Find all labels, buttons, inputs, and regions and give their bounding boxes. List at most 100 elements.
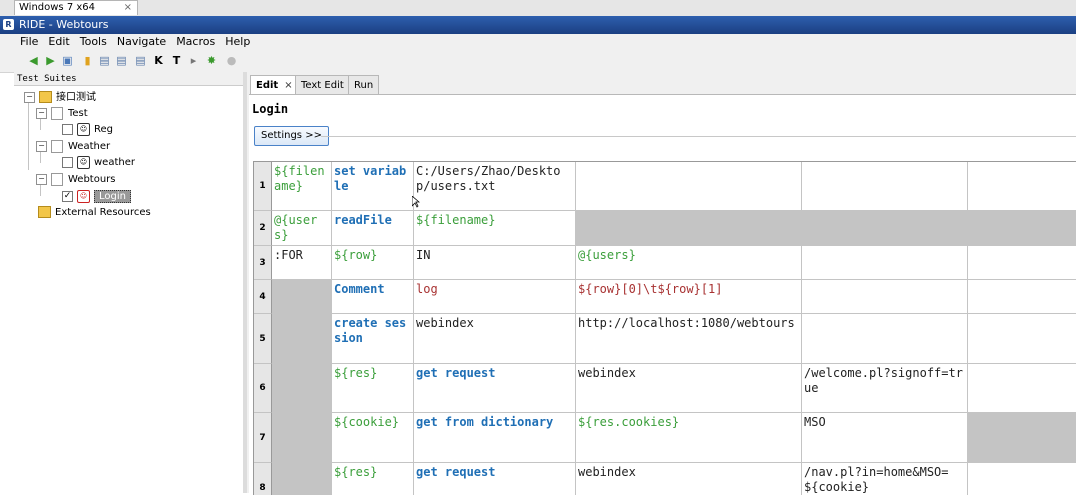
grid-cell[interactable]	[968, 413, 1076, 463]
menu-help[interactable]: Help	[220, 34, 255, 50]
host-tab-close-icon[interactable]: ×	[124, 1, 132, 15]
row-number[interactable]: 6	[254, 364, 272, 413]
grid-cell[interactable]: ${row}	[332, 246, 414, 280]
new-keyword-icon[interactable]: ▤	[133, 53, 148, 68]
grid-cell[interactable]	[968, 211, 1076, 246]
grid-cell[interactable]	[968, 246, 1076, 280]
tree-case-weather[interactable]: ☺ weather	[62, 155, 135, 171]
grid-cell[interactable]	[272, 280, 332, 314]
debug-bug-icon[interactable]: ✸	[204, 53, 219, 68]
grid-cell[interactable]	[968, 314, 1076, 364]
tab-run[interactable]: Run	[348, 75, 380, 94]
grid-cell[interactable]	[802, 211, 968, 246]
forward-arrow-icon[interactable]: ▶	[43, 53, 58, 68]
collapse-toggle-icon[interactable]: −	[36, 107, 47, 119]
grid-cell[interactable]	[968, 162, 1076, 211]
stop-icon[interactable]: ●	[224, 53, 239, 68]
grid-cell[interactable]: get request	[414, 463, 576, 495]
grid-cell[interactable]: @{users}	[576, 246, 802, 280]
grid-cell[interactable]	[576, 162, 802, 211]
tree-suite-webtours[interactable]: − Webtours	[36, 172, 116, 188]
grid-cell[interactable]	[802, 162, 968, 211]
tree-root[interactable]: − 接口测试	[24, 90, 96, 106]
grid-cell[interactable]: ${row}[0]\t${row}[1]	[576, 280, 802, 314]
grid-cell[interactable]	[272, 463, 332, 495]
menu-file[interactable]: File	[15, 34, 43, 50]
grid-cell[interactable]: MSO	[802, 413, 968, 463]
row-number[interactable]: 4	[254, 280, 272, 314]
tree-suite-weather[interactable]: − Weather	[36, 139, 110, 155]
grid-cell[interactable]: set variable	[332, 162, 414, 211]
case-checkbox-checked[interactable]: ✓	[62, 190, 73, 202]
grid-cell[interactable]: webindex	[414, 314, 576, 364]
grid-cell[interactable]	[272, 364, 332, 413]
tree-external-resources[interactable]: External Resources	[38, 205, 151, 221]
robot-icon: ☺	[77, 155, 90, 169]
grid-cell[interactable]: log	[414, 280, 576, 314]
run-icon[interactable]: ▸	[186, 53, 201, 68]
grid-cell[interactable]: ${res}	[332, 463, 414, 495]
grid-cell[interactable]: webindex	[576, 364, 802, 413]
grid-cell[interactable]	[802, 280, 968, 314]
grid-cell[interactable]	[968, 364, 1076, 413]
row-number[interactable]: 7	[254, 413, 272, 463]
editor-pane: Edit × Text Edit Run Login Settings >> 1 $…	[247, 72, 1076, 495]
grid-cell[interactable]: http://localhost:1080/webtours	[576, 314, 802, 364]
grid-cell[interactable]: Comment	[332, 280, 414, 314]
grid-cell[interactable]: get from dictionary	[414, 413, 576, 463]
collapse-toggle-icon[interactable]: −	[36, 140, 47, 152]
tab-edit[interactable]: Edit ×	[250, 75, 299, 94]
tab-text-edit[interactable]: Text Edit	[295, 75, 350, 94]
grid-cell[interactable]: readFile	[332, 211, 414, 246]
grid-cell[interactable]: webindex	[576, 463, 802, 495]
menu-navigate[interactable]: Navigate	[112, 34, 171, 50]
grid-cell[interactable]: ${cookie}	[332, 413, 414, 463]
back-arrow-icon[interactable]: ◀	[26, 53, 41, 68]
grid-cell[interactable]	[802, 246, 968, 280]
tree-case-login[interactable]: ✓ ☺ Login	[62, 189, 131, 205]
case-checkbox[interactable]	[62, 123, 73, 135]
grid-cell[interactable]: C:/Users/Zhao/Desktop/users.txt	[414, 162, 576, 211]
save-icon[interactable]: ▣	[60, 53, 75, 68]
tag-search-icon[interactable]: T	[169, 53, 184, 68]
robot-icon: ☺	[77, 122, 90, 136]
grid-cell[interactable]: /nav.pl?in=home&MSO=${cookie}	[802, 463, 968, 495]
settings-button[interactable]: Settings >>	[254, 126, 329, 146]
collapse-toggle-icon[interactable]: −	[24, 91, 35, 103]
grid-cell[interactable]	[968, 463, 1076, 495]
tree-header: Test Suites	[14, 72, 243, 86]
menu-tools[interactable]: Tools	[75, 34, 112, 50]
grid-cell[interactable]: create session	[332, 314, 414, 364]
row-number[interactable]: 5	[254, 314, 272, 364]
grid-cell[interactable]: get request	[414, 364, 576, 413]
row-number[interactable]: 1	[254, 162, 272, 211]
row-number[interactable]: 3	[254, 246, 272, 280]
tab-close-icon[interactable]: ×	[284, 80, 292, 91]
grid-cell[interactable]: /welcome.pl?signoff=true	[802, 364, 968, 413]
grid-cell[interactable]: ${filename}	[414, 211, 576, 246]
new-suite-icon[interactable]: ▤	[97, 53, 112, 68]
grid-cell[interactable]: ${res}	[332, 364, 414, 413]
host-tab[interactable]: Windows 7 x64 ×	[14, 0, 138, 15]
grid-cell[interactable]	[802, 314, 968, 364]
grid-cell[interactable]	[272, 314, 332, 364]
keyword-search-icon[interactable]: K	[151, 53, 166, 68]
grid-cell[interactable]	[968, 280, 1076, 314]
row-number[interactable]: 8	[254, 463, 272, 495]
collapse-toggle-icon[interactable]: −	[36, 173, 47, 185]
menu-macros[interactable]: Macros	[171, 34, 220, 50]
grid-cell[interactable]: IN	[414, 246, 576, 280]
open-folder-icon[interactable]: ▮	[80, 53, 95, 68]
new-test-icon[interactable]: ▤	[114, 53, 129, 68]
grid-cell[interactable]	[576, 211, 802, 246]
grid-cell[interactable]: :FOR	[272, 246, 332, 280]
grid-cell[interactable]: ${filename}	[272, 162, 332, 211]
case-checkbox[interactable]	[62, 156, 73, 168]
grid-cell[interactable]	[272, 413, 332, 463]
grid-cell[interactable]: ${res.cookies}	[576, 413, 802, 463]
tree-case-reg[interactable]: ☺ Reg	[62, 122, 113, 138]
grid-cell[interactable]: @{users}	[272, 211, 332, 246]
row-number[interactable]: 2	[254, 211, 272, 246]
tree-suite-test[interactable]: − Test	[36, 106, 88, 122]
menu-edit[interactable]: Edit	[43, 34, 74, 50]
